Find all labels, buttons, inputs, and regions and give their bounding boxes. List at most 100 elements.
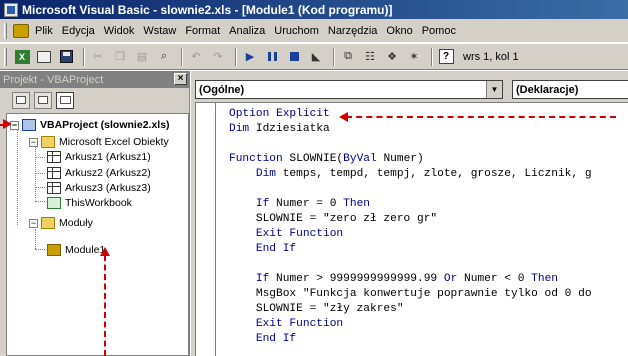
code-line[interactable]: Function SLOWNIE(ByVal Numer) bbox=[229, 152, 424, 166]
view-object-button[interactable] bbox=[34, 91, 52, 109]
project-explorer-panel: Projekt - VBAProject × − VBAProject (slo… bbox=[0, 71, 190, 356]
menu-plik[interactable]: Plik bbox=[35, 25, 53, 37]
menu-pomoc[interactable]: Pomoc bbox=[422, 25, 456, 37]
code-keyword: ByVal bbox=[343, 153, 377, 165]
properties-button[interactable]: ☷ bbox=[361, 48, 379, 66]
code-text: Numer > 9999999999999.99 bbox=[269, 273, 444, 285]
menu-analiza[interactable]: Analiza bbox=[229, 25, 265, 37]
cut-button[interactable]: ✂ bbox=[89, 48, 107, 66]
close-panel-button[interactable]: × bbox=[174, 73, 187, 85]
find-button[interactable]: ⌕ bbox=[155, 48, 173, 66]
arrow-up-icon bbox=[100, 247, 110, 256]
menu-wstaw[interactable]: Wstaw bbox=[143, 25, 176, 37]
code-keyword: Option Explicit bbox=[229, 108, 330, 120]
code-line[interactable]: MsgBox "Funkcja konwertuje poprawnie tyl… bbox=[229, 287, 592, 301]
title-bar: Microsoft Visual Basic - slownie2.xls - … bbox=[0, 0, 628, 19]
project-panel-title: Projekt - VBAProject × bbox=[0, 71, 189, 88]
menu-narzedzia[interactable]: Narzędzia bbox=[328, 25, 378, 37]
code-text: Idziesiatka bbox=[249, 123, 330, 135]
tree-item-module1[interactable]: Module1 bbox=[47, 243, 105, 257]
undo-button[interactable]: ↶ bbox=[187, 48, 205, 66]
code-text: SLOWNIE = "zero zł zero gr" bbox=[229, 213, 438, 225]
code-line[interactable]: SLOWNIE = "zero zł zero gr" bbox=[229, 212, 437, 226]
code-editor[interactable]: Option Explicit Dim Idziesiatka Function S… bbox=[195, 102, 628, 356]
code-text: SLOWNIE( bbox=[282, 153, 344, 165]
worksheet-icon bbox=[47, 182, 61, 194]
tree-item-thisworkbook[interactable]: ThisWorkbook bbox=[47, 196, 132, 210]
project-panel-title-text: Projekt - VBAProject bbox=[3, 73, 104, 86]
code-keyword: Dim bbox=[229, 123, 250, 135]
code-line[interactable]: Dim temps, tempd, tempj, zlote, grosze, … bbox=[229, 167, 592, 181]
copy-button[interactable]: ❐ bbox=[111, 48, 129, 66]
code-line[interactable]: Exit Function bbox=[229, 227, 343, 241]
tree-line bbox=[35, 146, 36, 198]
code-line[interactable]: Exit Function bbox=[229, 317, 343, 331]
procedure-dropdown[interactable]: (Deklaracje) bbox=[512, 80, 628, 99]
tree-line bbox=[35, 173, 45, 174]
code-line[interactable]: If Numer > 9999999999999.99 Or Numer < 0… bbox=[229, 272, 558, 286]
toolbar-separator bbox=[181, 47, 183, 66]
menu-uruchom[interactable]: Uruchom bbox=[274, 25, 319, 37]
design-mode-button[interactable]: ◣ bbox=[307, 48, 325, 66]
break-button[interactable] bbox=[263, 48, 281, 66]
code-line[interactable]: If Numer = 0 Then bbox=[229, 197, 370, 211]
toolbox-icon: ✶ bbox=[409, 51, 419, 63]
properties-icon: ☷ bbox=[365, 51, 375, 63]
toolbar-grip[interactable] bbox=[4, 22, 7, 39]
tree-item-arkusz3[interactable]: Arkusz3 (Arkusz3) bbox=[47, 181, 151, 195]
tree-item-excel-objects[interactable]: − Microsoft Excel Obiekty bbox=[29, 135, 169, 149]
run-icon: ▶ bbox=[245, 51, 255, 63]
code-line[interactable]: SLOWNIE = "zły zakres" bbox=[229, 302, 404, 316]
menu-widok[interactable]: Widok bbox=[104, 25, 135, 37]
insert-module-button[interactable] bbox=[35, 48, 53, 66]
toolbox-button[interactable]: ✶ bbox=[405, 48, 423, 66]
view-excel-button[interactable]: X bbox=[13, 48, 31, 66]
cursor-position: wrs 1, kol 1 bbox=[463, 50, 519, 63]
menu-format[interactable]: Format bbox=[185, 25, 220, 37]
code-text: Numer = 0 bbox=[269, 198, 344, 210]
code-line[interactable]: End If bbox=[229, 332, 296, 346]
code-line[interactable]: Dim Idziesiatka bbox=[229, 122, 330, 136]
code-line[interactable]: End If bbox=[229, 242, 296, 256]
tree-item-modules[interactable]: − Moduły bbox=[29, 216, 93, 230]
help-button[interactable]: ? bbox=[437, 48, 455, 66]
toggle-folders-button[interactable] bbox=[56, 91, 74, 109]
object-browser-button[interactable]: ❖ bbox=[383, 48, 401, 66]
toolbar-separator bbox=[83, 47, 85, 66]
excel-view-icon[interactable] bbox=[13, 23, 29, 38]
code-text: temps, tempd, tempj, zlote, grosze, Licz… bbox=[276, 168, 592, 180]
menu-edycja[interactable]: Edycja bbox=[62, 25, 95, 37]
tree-item-arkusz1[interactable]: Arkusz1 (Arkusz1) bbox=[47, 150, 151, 164]
save-button[interactable] bbox=[57, 48, 75, 66]
help-icon: ? bbox=[438, 49, 454, 64]
redo-button[interactable]: ↷ bbox=[209, 48, 227, 66]
chevron-down-icon[interactable]: ▼ bbox=[486, 81, 502, 98]
vb-app-icon[interactable] bbox=[4, 2, 18, 17]
view-object-icon bbox=[38, 96, 48, 104]
folder-icon bbox=[41, 136, 55, 148]
toolbar-grip[interactable] bbox=[4, 47, 7, 66]
tree-item-vbaproject[interactable]: − VBAProject (slownie2.xls) bbox=[10, 118, 170, 132]
run-button[interactable]: ▶ bbox=[241, 48, 259, 66]
worksheet-icon bbox=[47, 167, 61, 179]
paste-button[interactable]: ▤ bbox=[133, 48, 151, 66]
code-line[interactable]: Option Explicit bbox=[229, 107, 330, 121]
tree-item-label: Arkusz2 (Arkusz2) bbox=[65, 167, 151, 179]
tree-line bbox=[17, 130, 18, 225]
object-browser-icon: ❖ bbox=[387, 51, 397, 63]
view-code-button[interactable] bbox=[12, 91, 30, 109]
indicator-margin[interactable] bbox=[196, 103, 216, 356]
reset-button[interactable] bbox=[285, 48, 303, 66]
object-dropdown[interactable]: (Ogólne) ▼ bbox=[195, 80, 503, 99]
copy-icon: ❐ bbox=[115, 51, 125, 63]
folder-icon bbox=[41, 217, 55, 229]
code-keyword: Dim bbox=[229, 168, 276, 180]
tree-item-label: Arkusz3 (Arkusz3) bbox=[65, 182, 151, 194]
tree-item-arkusz2[interactable]: Arkusz2 (Arkusz2) bbox=[47, 166, 151, 180]
collapse-icon[interactable]: − bbox=[29, 218, 38, 228]
project-tree: − VBAProject (slownie2.xls) − Microsoft … bbox=[6, 113, 189, 356]
menu-okno[interactable]: Okno bbox=[386, 25, 412, 37]
insert-icon bbox=[37, 50, 51, 63]
collapse-icon[interactable]: − bbox=[29, 137, 38, 147]
project-explorer-button[interactable]: ⧉ bbox=[339, 48, 357, 66]
